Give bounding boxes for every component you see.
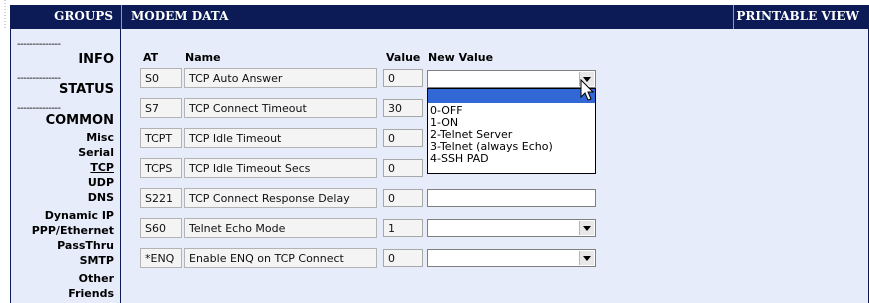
current-value-field: 0 bbox=[383, 159, 423, 177]
sidebar-item-udp[interactable]: UDP bbox=[88, 177, 114, 189]
current-value-field: 0 bbox=[383, 129, 423, 147]
new-value-dropdown-list: 0-OFF 1-ON 2-Telnet Server 3-Telnet (alw… bbox=[427, 88, 596, 174]
printable-view-link[interactable]: PRINTABLE VIEW bbox=[736, 9, 859, 23]
new-value-input[interactable] bbox=[427, 189, 596, 207]
column-header-name: Name bbox=[185, 51, 221, 64]
setting-name-cell: TCP Auto Answer bbox=[184, 68, 377, 88]
current-value-field: 1 bbox=[383, 219, 423, 237]
top-bar: GROUPS MODEM DATA PRINTABLE VIEW bbox=[0, 0, 869, 29]
dropdown-option[interactable]: 1-ON bbox=[430, 117, 458, 128]
groups-header: GROUPS bbox=[10, 5, 121, 29]
dropdown-option[interactable]: 0-OFF bbox=[430, 105, 463, 116]
groups-sidebar: -------------- INFO -------------- STATU… bbox=[10, 29, 121, 303]
dropdown-button[interactable] bbox=[579, 251, 594, 265]
new-value-select[interactable] bbox=[427, 219, 596, 237]
sidebar-item-dynamic-ip[interactable]: Dynamic IP bbox=[45, 210, 114, 222]
sidebar-item-tcp[interactable]: TCP bbox=[90, 162, 114, 174]
header-divider bbox=[733, 5, 734, 29]
at-command-cell: S60 bbox=[140, 218, 182, 238]
sidebar-group-status[interactable]: STATUS bbox=[59, 82, 114, 97]
header-divider bbox=[121, 5, 122, 29]
at-command-cell: TCPS bbox=[140, 158, 182, 178]
at-command-cell: TCPT bbox=[140, 128, 182, 148]
at-command-cell: S221 bbox=[140, 188, 182, 208]
chevron-down-icon bbox=[583, 226, 591, 231]
divider: -------------- bbox=[17, 39, 61, 50]
new-value-select[interactable] bbox=[427, 249, 596, 267]
setting-name-cell: TCP Idle Timeout Secs bbox=[184, 158, 377, 178]
mouse-cursor-icon bbox=[580, 79, 595, 101]
new-value-select[interactable] bbox=[427, 70, 596, 88]
chevron-down-icon bbox=[583, 256, 591, 261]
sidebar-item-passthru[interactable]: PassThru bbox=[57, 240, 114, 252]
dotted-line-icon bbox=[4, 0, 6, 29]
column-header-value: Value bbox=[386, 51, 421, 64]
column-header-at: AT bbox=[143, 51, 159, 64]
current-value-field: 0 bbox=[383, 189, 423, 207]
sidebar-item-other[interactable]: Other bbox=[79, 273, 114, 285]
sidebar-item-smtp[interactable]: SMTP bbox=[80, 255, 114, 267]
setting-name-cell: TCP Connect Timeout bbox=[184, 98, 377, 118]
setting-name-cell: TCP Connect Response Delay bbox=[184, 188, 377, 208]
dropdown-option[interactable]: 4-SSH PAD bbox=[430, 153, 489, 164]
sidebar-item-friends[interactable]: Friends bbox=[68, 288, 114, 300]
sidebar-item-misc[interactable]: Misc bbox=[86, 132, 114, 144]
at-command-cell: S7 bbox=[140, 98, 182, 118]
sidebar-item-ppp-ethernet[interactable]: PPP/Ethernet bbox=[32, 225, 114, 237]
current-value-field: 0 bbox=[383, 69, 423, 87]
setting-name-cell: Telnet Echo Mode bbox=[184, 218, 377, 238]
at-command-cell: S0 bbox=[140, 68, 182, 88]
sidebar-item-serial[interactable]: Serial bbox=[78, 147, 114, 159]
dropdown-option[interactable]: 3-Telnet (always Echo) bbox=[430, 141, 553, 152]
dropdown-button[interactable] bbox=[579, 221, 594, 235]
current-value-field: 30 bbox=[383, 99, 423, 117]
at-command-cell: *ENQ bbox=[140, 248, 182, 268]
sidebar-group-common: COMMON bbox=[45, 113, 114, 128]
setting-name-cell: Enable ENQ on TCP Connect bbox=[184, 248, 377, 268]
section-title: MODEM DATA bbox=[131, 9, 229, 23]
sidebar-group-info[interactable]: INFO bbox=[78, 52, 114, 67]
column-header-new-value: New Value bbox=[428, 51, 494, 64]
highlighted-option[interactable] bbox=[428, 89, 595, 103]
dropdown-option[interactable]: 2-Telnet Server bbox=[430, 129, 512, 140]
current-value-field: 0 bbox=[383, 249, 423, 267]
sidebar-item-dns[interactable]: DNS bbox=[88, 192, 114, 204]
main-header: MODEM DATA PRINTABLE VIEW bbox=[121, 5, 869, 29]
setting-name-cell: TCP Idle Timeout bbox=[184, 128, 377, 148]
